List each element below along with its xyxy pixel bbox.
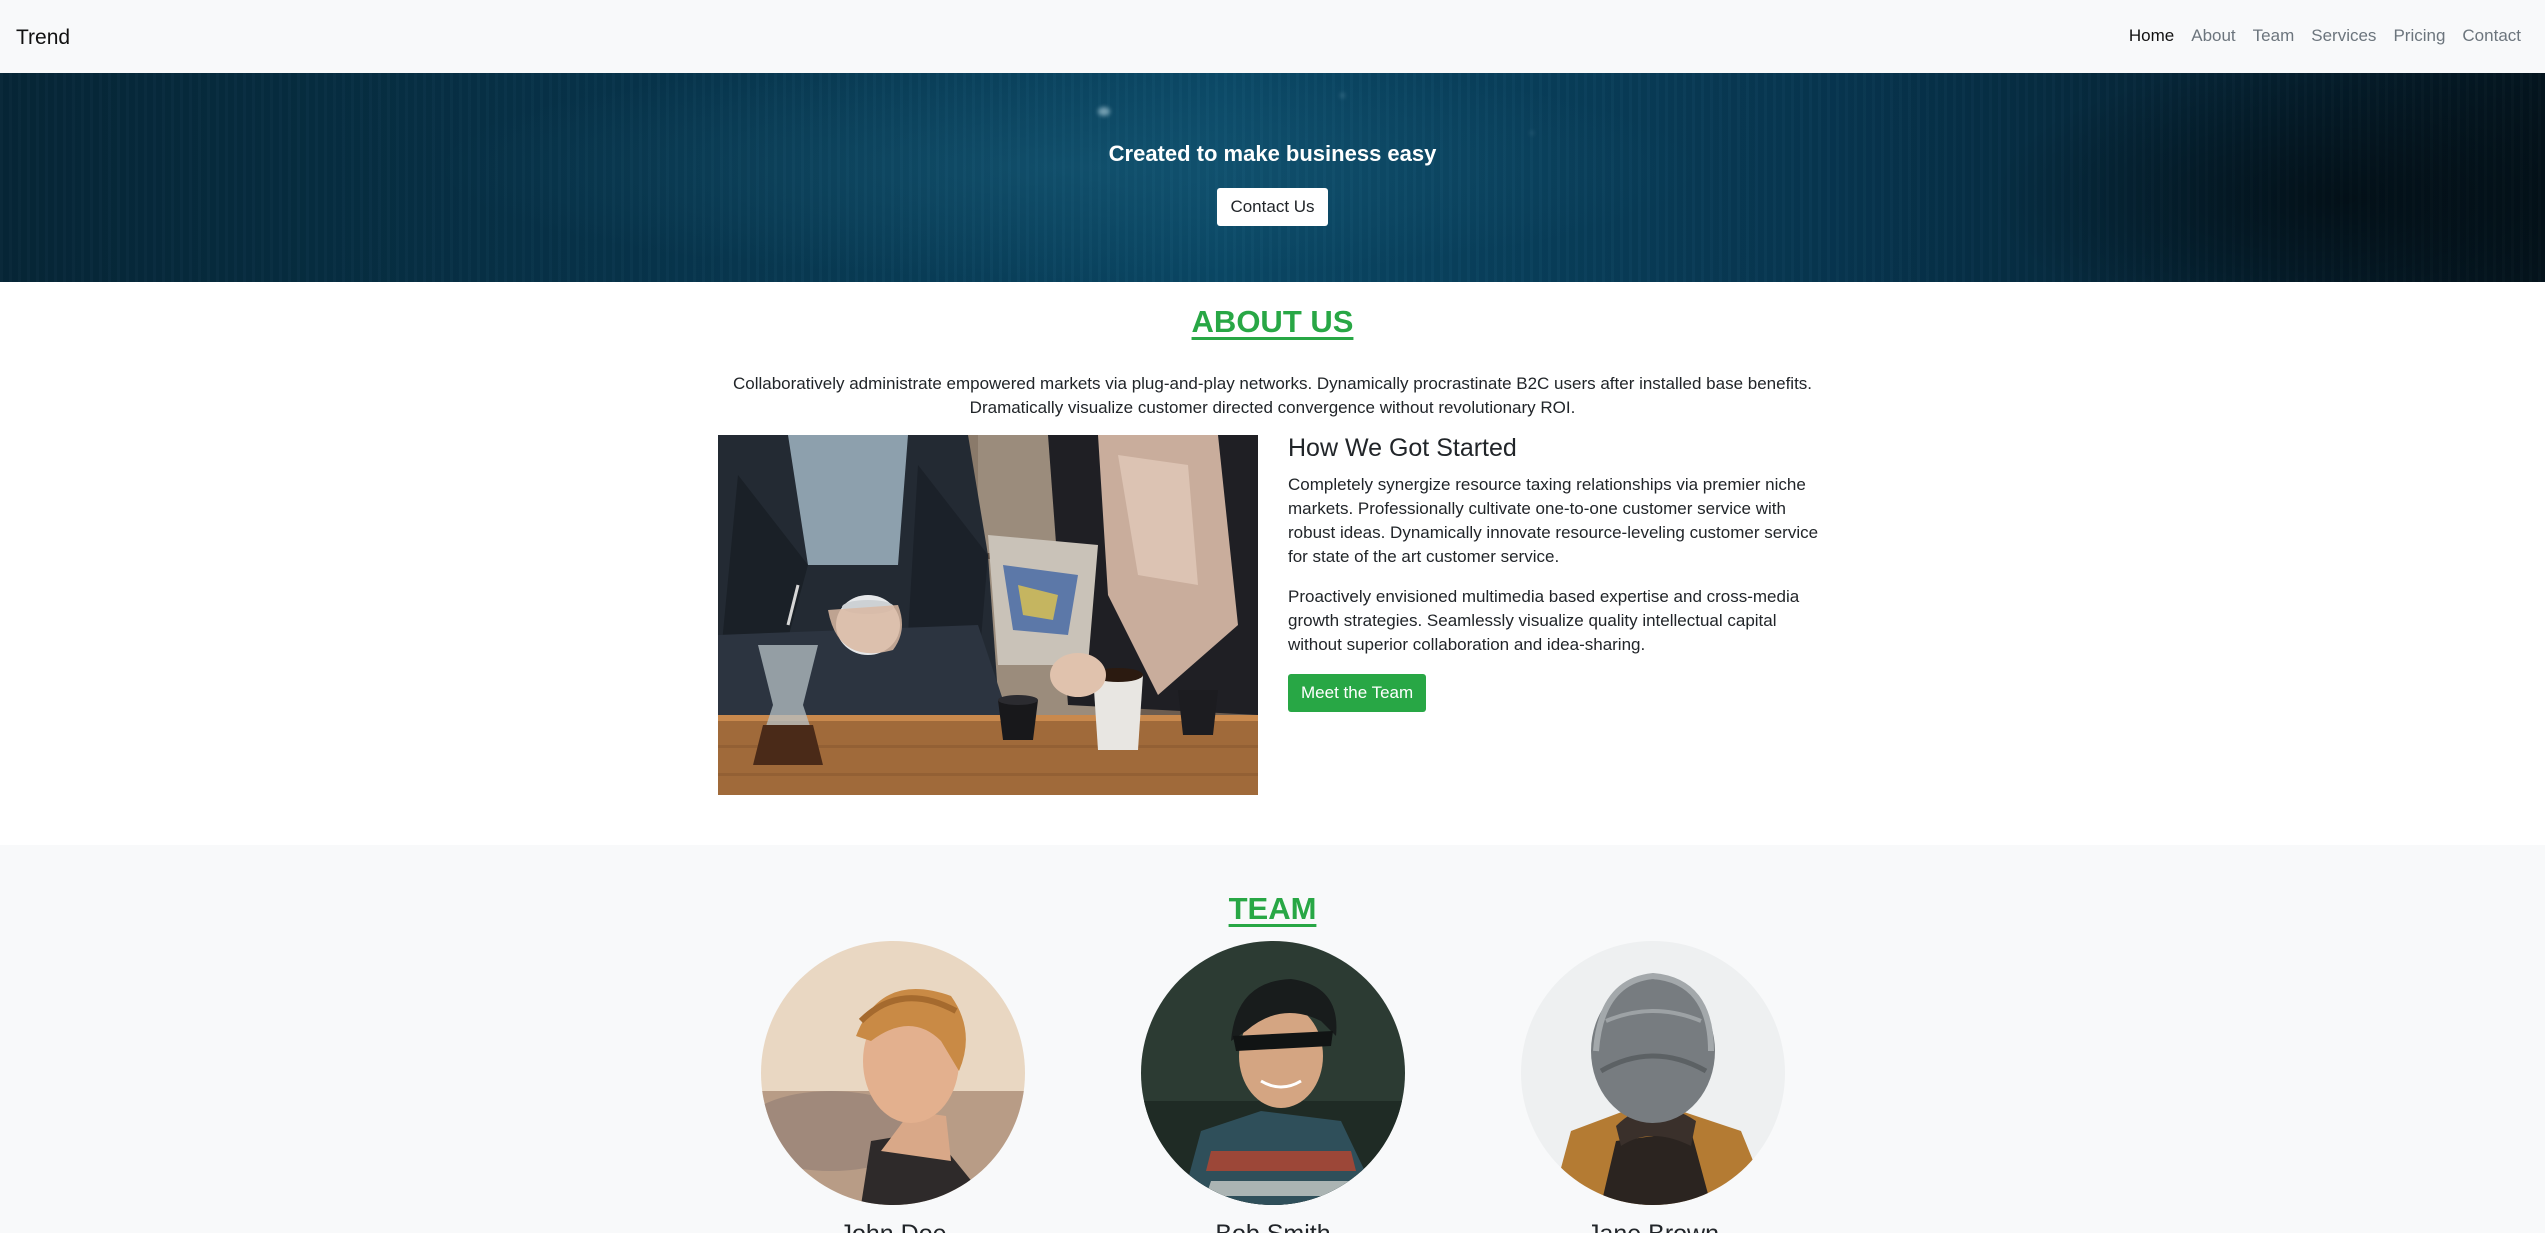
- hero-title: Created to make business easy: [1108, 141, 1437, 166]
- contact-us-button[interactable]: Contact Us: [1217, 188, 1328, 226]
- team-section: TEAM John Doe: [0, 845, 2545, 1233]
- nav-link-home[interactable]: Home: [2129, 26, 2174, 45]
- team-member-name: Bob Smith: [1141, 1220, 1405, 1233]
- about-text-column: How We Got Started Completely synergize …: [1288, 434, 1833, 712]
- hero-bokeh-light: [1530, 131, 1534, 135]
- nav-link-pricing[interactable]: Pricing: [2393, 26, 2445, 45]
- about-section: ABOUT US Collaboratively administrate em…: [0, 282, 2545, 845]
- nav-link-about[interactable]: About: [2191, 26, 2235, 45]
- team-member-name: John Doe: [761, 1220, 1025, 1233]
- about-lead-text: Collaboratively administrate empowered m…: [732, 374, 1813, 417]
- about-paragraph-1: Completely synergize resource taxing rel…: [1288, 475, 1819, 566]
- about-paragraph-2: Proactively envisioned multimedia based …: [1288, 587, 1800, 654]
- about-photo: [718, 435, 1258, 795]
- nav-link-contact[interactable]: Contact: [2462, 26, 2521, 45]
- hero-banner: Created to make business easy Contact Us: [0, 73, 2545, 282]
- nav-link-services[interactable]: Services: [2311, 26, 2376, 45]
- avatar: [1521, 941, 1785, 1205]
- navbar: Trend Home About Team Services Pricing C…: [0, 0, 2545, 73]
- avatar: [761, 941, 1025, 1205]
- team-title: TEAM: [1228, 891, 1317, 926]
- avatar: [1141, 941, 1405, 1205]
- brand-logo[interactable]: Trend: [16, 26, 70, 50]
- team-member-card: Bob Smith: [1141, 941, 1405, 1233]
- meet-the-team-button[interactable]: Meet the Team: [1288, 674, 1427, 712]
- about-title: ABOUT US: [1191, 304, 1354, 339]
- hero-bokeh-light: [1340, 93, 1345, 98]
- nav-link-team[interactable]: Team: [2253, 26, 2295, 45]
- team-member-card: Jane Brown: [1521, 941, 1785, 1233]
- team-member-name: Jane Brown: [1521, 1220, 1785, 1233]
- nav-menu: Home About Team Services Pricing Contact: [2129, 26, 2521, 46]
- about-subheading: How We Got Started: [1288, 434, 1517, 462]
- team-member-card: John Doe: [761, 941, 1025, 1233]
- hero-bokeh-light: [1098, 107, 1110, 116]
